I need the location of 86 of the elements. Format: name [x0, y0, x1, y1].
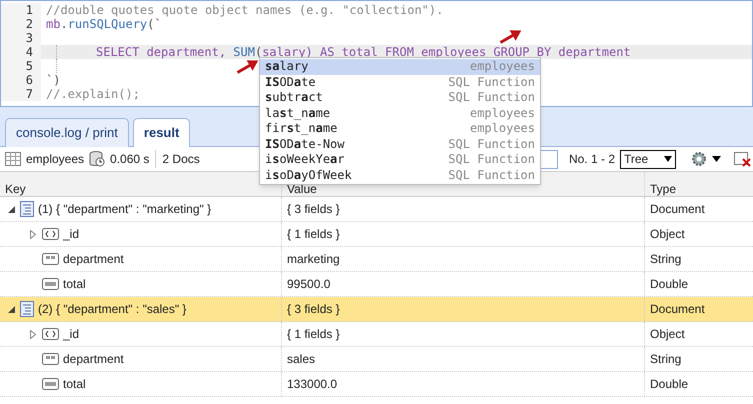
key-text: department — [63, 251, 124, 268]
type-text: Document — [650, 301, 705, 318]
paging-text: No. 1 - 2 — [568, 151, 615, 168]
tree-row[interactable]: department marketing String — [0, 247, 753, 272]
column-header[interactable]: Type — [650, 183, 676, 195]
code-text: //double quotes quote object names (e.g. "collection"). — [46, 3, 444, 17]
key-text: total — [63, 376, 86, 393]
code-text: salary) AS total FROM employees GROUP BY department — [262, 45, 631, 59]
value-text: { 3 fields } — [287, 201, 340, 218]
key-text: (1) { "department" : "marketing" } — [38, 201, 212, 218]
collapse-icon[interactable] — [6, 306, 16, 312]
line-number: 7 — [1, 87, 41, 101]
document-count: 2 Docs — [161, 151, 200, 168]
line-number: 3 — [1, 31, 41, 45]
caret-icon[interactable] — [712, 156, 721, 162]
suggestion-item[interactable]: isoDayOfWeek SQL Function — [260, 168, 540, 183]
key-text: _id — [63, 226, 80, 243]
tree-row[interactable]: department sales String — [0, 347, 753, 372]
suggestion-item[interactable]: salary employees — [260, 59, 540, 74]
suggestion-item[interactable]: ISODate SQL Function — [260, 74, 540, 90]
code-text: runSQLQuery — [68, 17, 148, 31]
tree-row[interactable]: (1) { "department" : "marketing" } { 3 fields } Document — [0, 197, 753, 222]
clear-icon[interactable] — [734, 151, 751, 167]
tree-row[interactable]: (2) { "department" : "sales" } { 3 fields } Document — [0, 297, 753, 322]
grid-icon — [5, 152, 21, 166]
suggestion-item[interactable]: last_name employees — [260, 106, 540, 121]
code-text: `) — [46, 73, 60, 87]
code-text: ( — [254, 45, 262, 59]
key-text: _id — [63, 326, 80, 343]
key-text: total — [63, 276, 86, 293]
quotes-icon — [42, 353, 59, 365]
line-number: 6 — [1, 73, 41, 87]
value-text: 99500.0 — [287, 276, 330, 293]
collapse-icon[interactable] — [6, 206, 16, 212]
database-clock-icon — [89, 151, 106, 167]
caret-icon — [664, 156, 672, 162]
key-text: (2) { "department" : "sales" } — [38, 301, 186, 318]
settings-icon[interactable] — [691, 151, 707, 167]
code-text: //.explain(); — [46, 87, 140, 101]
type-text: Object — [650, 326, 685, 343]
value-text: { 3 fields } — [287, 301, 340, 318]
column-header[interactable]: Value — [287, 183, 317, 195]
code-text: mb — [46, 17, 60, 31]
type-text: String — [650, 351, 682, 368]
document-icon — [20, 301, 34, 317]
value-text: { 1 fields } — [287, 326, 340, 343]
number-icon — [42, 278, 59, 290]
query-time: 0.060 s — [110, 150, 156, 168]
collection-name: employees — [26, 151, 84, 168]
suggestion-item[interactable]: ISODate-Now SQL Function — [260, 136, 540, 152]
tree-row[interactable]: _id { 1 fields } Object — [0, 322, 753, 347]
expand-icon[interactable] — [28, 330, 38, 338]
code-text: (` — [147, 17, 162, 31]
line-number: 5 — [1, 59, 41, 73]
expand-icon[interactable] — [28, 230, 38, 238]
quotes-icon — [42, 253, 59, 265]
braces-icon — [42, 228, 59, 240]
line-number: 2 — [1, 17, 41, 31]
braces-icon — [42, 328, 59, 340]
key-text: department — [63, 351, 124, 368]
value-text: sales — [287, 351, 316, 368]
value-text: marketing — [287, 251, 340, 268]
tree-row[interactable]: _id { 1 fields } Object — [0, 222, 753, 247]
type-text: Object — [650, 226, 685, 243]
document-icon — [20, 201, 34, 217]
code-text: SUM — [233, 45, 255, 59]
number-icon — [42, 378, 59, 390]
tree-row[interactable]: total 133000.0 Double — [0, 372, 753, 397]
value-text: 133000.0 — [287, 376, 338, 393]
tab[interactable]: result — [132, 118, 190, 147]
type-text: Double — [650, 376, 688, 393]
type-text: String — [650, 251, 682, 268]
suggestion-item[interactable]: isoWeekYear SQL Function — [260, 152, 540, 168]
line-number: 4 — [1, 45, 41, 59]
tree-row[interactable]: total 99500.0 Double — [0, 272, 753, 297]
type-text: Document — [650, 201, 705, 218]
column-header[interactable]: Key — [5, 183, 26, 195]
suggestion-item[interactable]: subtract SQL Function — [260, 90, 540, 106]
suggestion-item[interactable]: first_name employees — [260, 121, 540, 136]
tab[interactable]: console.log / print — [5, 118, 129, 147]
value-text: { 1 fields } — [287, 226, 340, 243]
view-select[interactable]: Tree — [620, 150, 676, 168]
type-text: Double — [650, 276, 688, 293]
line-number: 1 — [1, 3, 41, 17]
code-text: . — [60, 17, 68, 31]
code-text: SELECT department, — [96, 45, 228, 59]
